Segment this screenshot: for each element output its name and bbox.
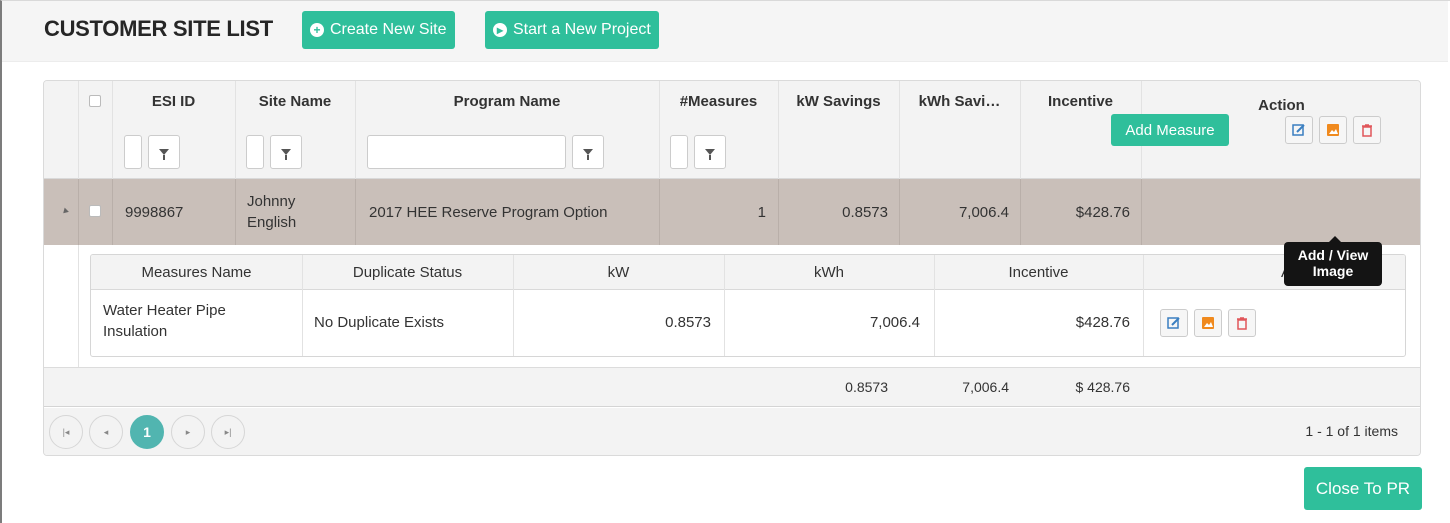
image-icon — [1327, 124, 1339, 136]
incentive-cell: $428.76 — [1075, 203, 1130, 221]
measure-image-button[interactable] — [1194, 309, 1222, 337]
start-new-project-button[interactable]: ▸ Start a New Project — [485, 11, 659, 49]
pager-info: 1 - 1 of 1 items — [1305, 423, 1398, 439]
detail-kw-cell: 0.8573 — [665, 314, 711, 331]
total-kw: 0.8573 — [845, 379, 888, 395]
site-name-filter-input[interactable] — [246, 135, 264, 169]
edit-site-button[interactable] — [1285, 116, 1313, 144]
pager: |◂ ◂ 1 ▸ ▸| 1 - 1 of 1 items — [44, 408, 1420, 455]
total-incentive: $ 428.76 — [1075, 379, 1131, 395]
create-new-site-label: Create New Site — [330, 21, 447, 38]
col-header-kwh-savings[interactable]: kWh Savi… — [899, 93, 1020, 110]
create-new-site-button[interactable]: + Create New Site — [302, 11, 455, 49]
site-name-line-1: Johnny — [247, 193, 296, 210]
measures-detail-table: Measures Name Duplicate Status kW kWh In… — [90, 254, 1406, 357]
page-title: CUSTOMER SITE LIST — [44, 16, 273, 41]
filter-icon — [705, 149, 715, 160]
trash-icon — [1237, 317, 1247, 330]
edit-measure-button[interactable] — [1160, 309, 1188, 337]
detail-col-kw[interactable]: kW — [513, 264, 724, 281]
col-header-site-name[interactable]: Site Name — [235, 93, 355, 110]
total-kwh: 7,006.4 — [962, 379, 1009, 395]
detail-col-measures-name[interactable]: Measures Name — [91, 264, 302, 281]
start-new-project-label: Start a New Project — [513, 21, 651, 38]
col-header-esi-id[interactable]: ESI ID — [112, 93, 235, 110]
first-page-icon: |◂ — [62, 426, 70, 437]
col-header-action: Action — [1258, 97, 1305, 114]
page-header: CUSTOMER SITE LIST + Create New Site ▸ S… — [2, 1, 1448, 62]
collapse-row-icon[interactable] — [61, 207, 69, 216]
detail-incentive-cell: $428.76 — [1075, 314, 1130, 331]
col-header-incentive[interactable]: Incentive — [1020, 93, 1141, 110]
totals-row: 0.8573 7,006.4 $ 428.76 — [44, 367, 1420, 407]
delete-measure-button[interactable] — [1228, 309, 1256, 337]
col-header-kw-savings[interactable]: kW Savings — [778, 93, 899, 110]
filter-icon — [583, 149, 593, 160]
measures-cell: 1 — [757, 203, 766, 221]
next-page-button[interactable]: ▸ — [171, 415, 205, 449]
program-name-filter-input[interactable] — [367, 135, 566, 169]
last-page-icon: ▸| — [224, 426, 232, 437]
measures-filter-button[interactable] — [694, 135, 726, 169]
filter-icon — [281, 149, 291, 160]
detail-header: Measures Name Duplicate Status kW kWh In… — [91, 255, 1405, 290]
filter-icon — [159, 149, 169, 160]
kwh-savings-cell: 7,006.4 — [958, 203, 1009, 221]
page-button-current[interactable]: 1 — [130, 415, 164, 449]
program-name-cell: 2017 HEE Reserve Program Option — [369, 203, 608, 221]
site-name-filter-button[interactable] — [270, 135, 302, 169]
esi-id-cell: 9998867 — [125, 203, 184, 221]
play-circle-icon: ▸ — [493, 23, 507, 37]
first-page-button[interactable]: |◂ — [49, 415, 83, 449]
measure-name-line-1: Water Heater Pipe — [103, 302, 226, 319]
detail-kwh-cell: 7,006.4 — [869, 314, 920, 331]
measure-name-line-2: Insulation — [103, 323, 168, 340]
prev-page-icon: ◂ — [103, 426, 109, 437]
plus-circle-icon: + — [310, 23, 324, 37]
detail-col-incentive[interactable]: Incentive — [934, 264, 1143, 281]
detail-col-kwh[interactable]: kWh — [724, 264, 934, 281]
trash-icon — [1362, 124, 1372, 137]
esi-id-filter-button[interactable] — [148, 135, 180, 169]
detail-col-duplicate-status[interactable]: Duplicate Status — [302, 264, 513, 281]
measures-filter-input[interactable] — [670, 135, 688, 169]
tooltip-line-1: Add / View — [1297, 247, 1369, 263]
esi-id-filter-input[interactable] — [124, 135, 142, 169]
col-header-program-name[interactable]: Program Name — [355, 93, 659, 110]
site-name-line-2: English — [247, 214, 297, 231]
measure-name-cell: Water Heater Pipe Insulation — [103, 300, 226, 342]
table-row[interactable]: 9998867 Johnny English 2017 HEE Reserve … — [44, 179, 1420, 245]
close-to-pr-button[interactable]: Close To PR — [1304, 467, 1422, 510]
edit-icon — [1167, 317, 1180, 329]
edit-icon — [1292, 124, 1305, 136]
add-view-image-tooltip: Add / View Image — [1284, 242, 1382, 286]
add-measure-button[interactable]: Add Measure — [1111, 114, 1229, 146]
program-name-filter-button[interactable] — [572, 135, 604, 169]
col-header-measures[interactable]: #Measures — [659, 93, 778, 110]
next-page-icon: ▸ — [185, 426, 191, 437]
last-page-button[interactable]: ▸| — [211, 415, 245, 449]
row-checkbox[interactable] — [89, 205, 101, 217]
add-view-image-button[interactable] — [1319, 116, 1347, 144]
prev-page-button[interactable]: ◂ — [89, 415, 123, 449]
image-icon — [1202, 317, 1214, 329]
duplicate-status-cell: No Duplicate Exists — [314, 314, 445, 331]
delete-site-button[interactable] — [1353, 116, 1381, 144]
tooltip-line-2: Image — [1312, 263, 1354, 279]
kw-savings-cell: 0.8573 — [842, 203, 888, 221]
select-all-checkbox[interactable] — [89, 95, 101, 107]
site-name-cell: Johnny English — [247, 179, 296, 245]
